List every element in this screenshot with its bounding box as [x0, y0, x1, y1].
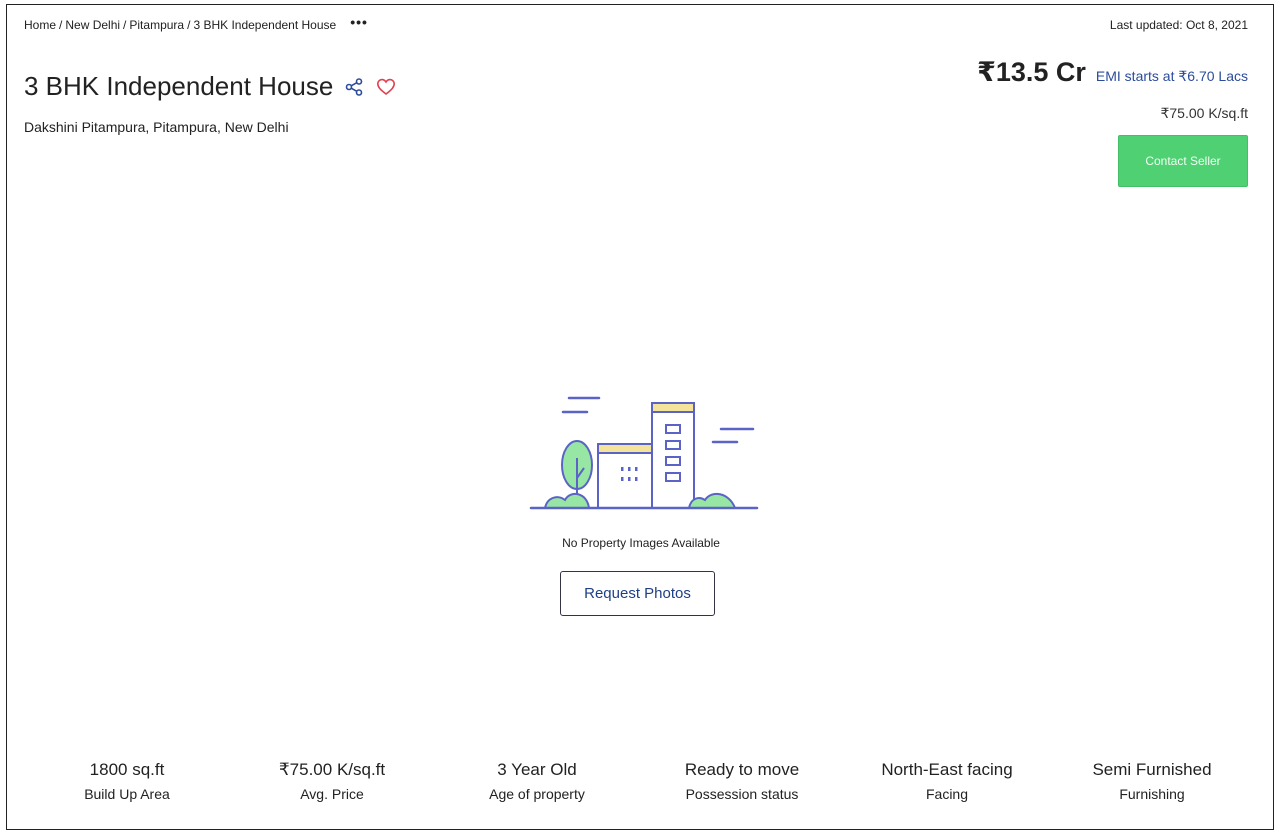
stat-age: 3 Year Old Age of property: [437, 760, 637, 802]
stat-value: ₹75.00 K/sq.ft: [278, 760, 386, 779]
page-frame: Home / New Delhi / Pitampura / 3 BHK Ind…: [6, 4, 1274, 830]
contact-seller-button[interactable]: Contact Seller: [1118, 135, 1248, 187]
stat-label: Age of property: [489, 786, 585, 802]
stat-value: Semi Furnished: [1092, 760, 1212, 779]
breadcrumb-separator: /: [59, 18, 63, 32]
stat-label: Possession status: [685, 786, 799, 802]
stat-facing: North-East facing Facing: [847, 760, 1047, 802]
price-row: ₹13.5 Cr EMI starts at ₹6.70 Lacs: [977, 57, 1248, 88]
breadcrumb-current: 3 BHK Independent House: [193, 18, 337, 32]
building-illustration-icon: [529, 396, 759, 510]
emi-link[interactable]: EMI starts at ₹6.70 Lacs: [1096, 68, 1248, 85]
last-updated: Last updated: Oct 8, 2021: [1109, 18, 1248, 32]
breadcrumb-separator: /: [123, 18, 127, 32]
stat-furnishing: Semi Furnished Furnishing: [1052, 760, 1252, 802]
stat-avg-price: ₹75.00 K/sq.ft Avg. Price: [232, 760, 432, 802]
stat-build-up-area: 1800 sq.ft Build Up Area: [27, 760, 227, 802]
title-row: 3 BHK Independent House: [24, 71, 397, 102]
property-address: Dakshini Pitampura, Pitampura, New Delhi: [24, 119, 289, 135]
stat-label: Avg. Price: [300, 786, 364, 802]
no-images-text: No Property Images Available: [562, 536, 720, 550]
breadcrumb-new-delhi[interactable]: New Delhi: [65, 18, 120, 32]
property-stats: 1800 sq.ft Build Up Area ₹75.00 K/sq.ft …: [27, 760, 1252, 802]
stat-possession: Ready to move Possession status: [642, 760, 842, 802]
breadcrumb-separator: /: [187, 18, 191, 32]
page-title: 3 BHK Independent House: [24, 71, 334, 101]
share-icon[interactable]: [343, 76, 365, 98]
stat-value: North-East facing: [881, 760, 1013, 779]
stat-value: 1800 sq.ft: [89, 760, 165, 779]
stat-value: Ready to move: [684, 760, 800, 779]
more-options-icon[interactable]: •••: [350, 15, 368, 29]
stat-label: Furnishing: [1119, 786, 1185, 802]
breadcrumb-pitampura[interactable]: Pitampura: [129, 18, 184, 32]
heart-icon[interactable]: [375, 76, 397, 98]
price: ₹13.5 Cr: [977, 57, 1086, 87]
price-per-sqft: ₹75.00 K/sq.ft: [1160, 105, 1248, 121]
stat-label: Facing: [925, 786, 969, 802]
breadcrumb: Home / New Delhi / Pitampura / 3 BHK Ind…: [24, 15, 368, 32]
request-photos-button[interactable]: Request Photos: [560, 571, 715, 616]
breadcrumb-home[interactable]: Home: [24, 18, 56, 32]
stat-value: 3 Year Old: [497, 760, 577, 779]
stat-label: Build Up Area: [84, 786, 170, 802]
